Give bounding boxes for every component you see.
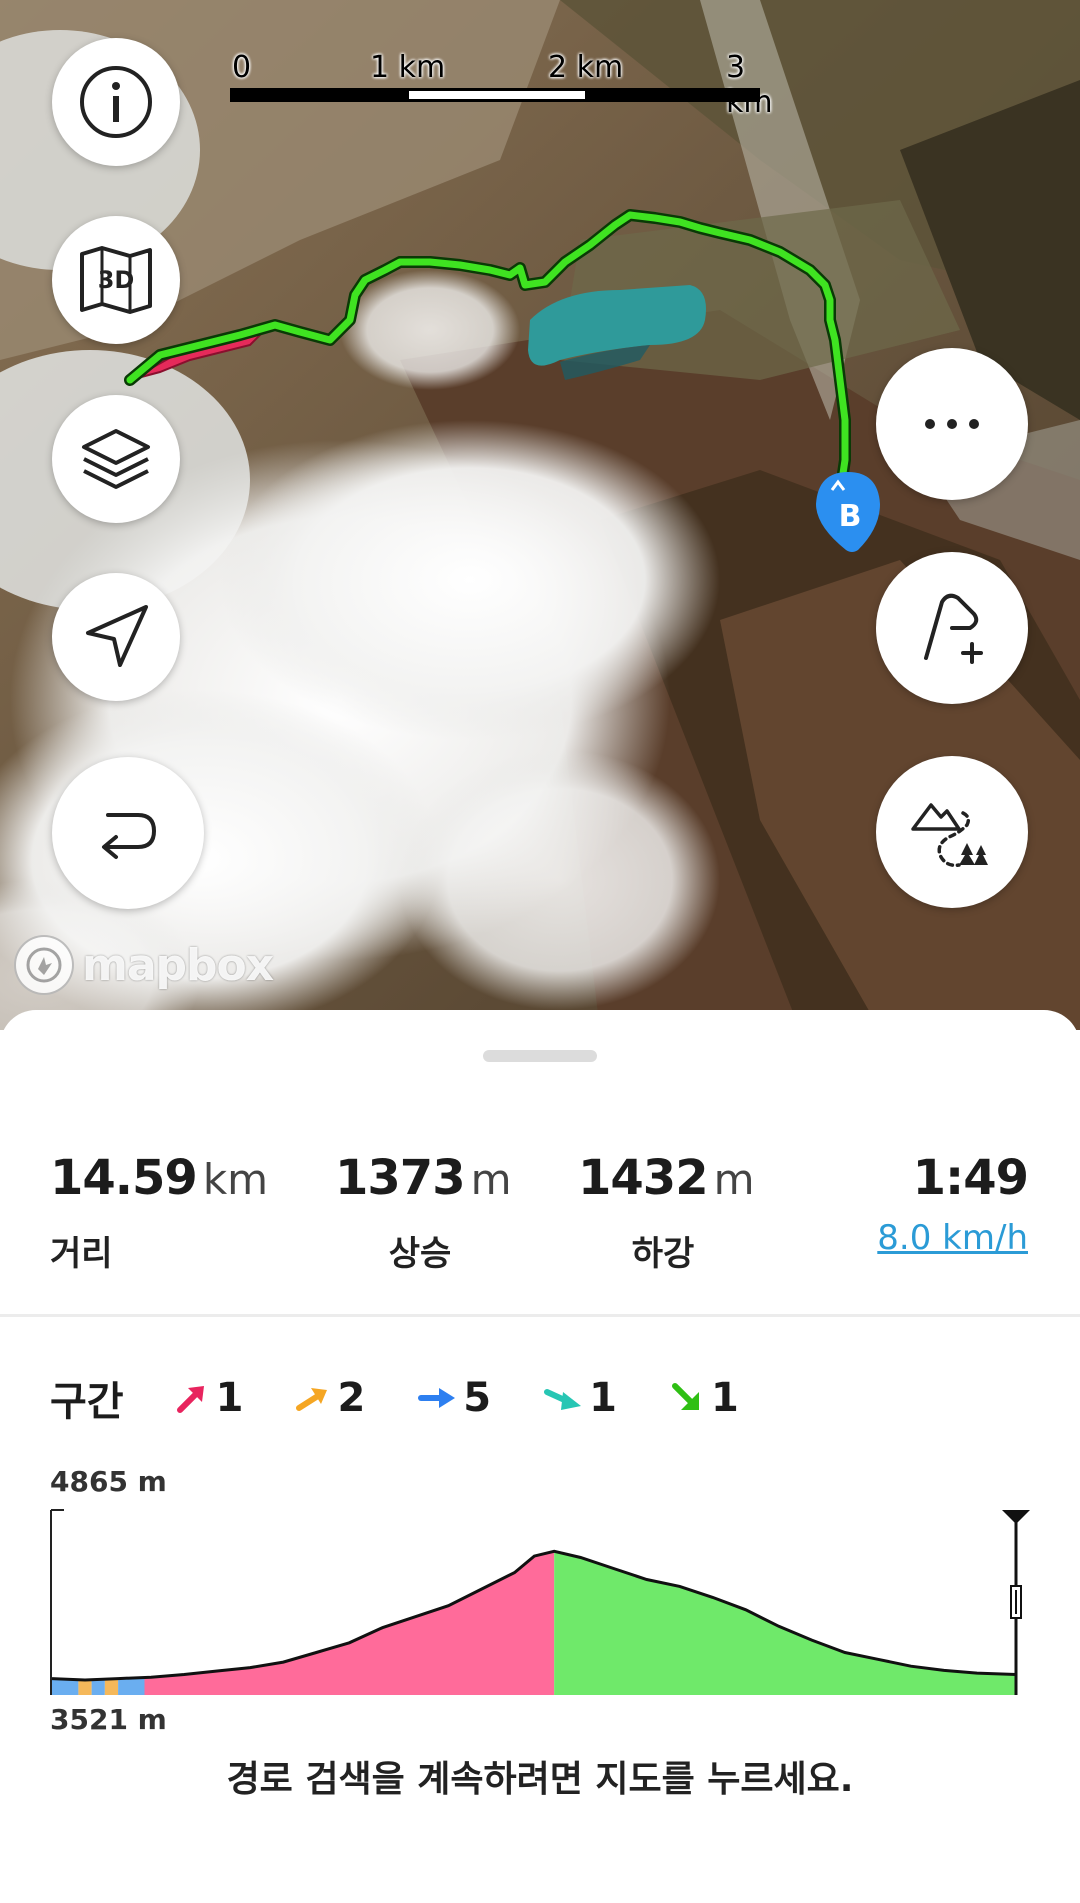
route-summary-sheet: 14.59 km 거리 1373 m 상승 1432 m 하강 1:49 8.0 km… (0, 1010, 1080, 1903)
segment-steep-down-count: 1 (710, 1375, 739, 1421)
map-scale-bar: 0 1 km 2 km 3 km (230, 50, 773, 120)
descent-unit: m (713, 1155, 755, 1204)
3d-map-button[interactable]: 3D (52, 216, 180, 344)
duration-value: 1:49 (912, 1150, 1029, 1206)
mapbox-wordmark: mapbox (82, 939, 274, 991)
navigation-arrow-icon (86, 605, 148, 667)
scale-bar-line (230, 88, 760, 102)
segments-title: 구간 (50, 1379, 124, 1425)
distance-unit: km (202, 1155, 269, 1204)
distance-label: 거리 (50, 1234, 113, 1274)
scale-label-2km: 2 km (548, 50, 624, 85)
segment-steep-up: 1 (174, 1375, 244, 1421)
profile-segment-fill-1 (78, 1679, 92, 1695)
more-dots-icon (925, 419, 979, 429)
reverse-route-button[interactable] (52, 757, 204, 909)
continue-search-hint: 경로 검색을 계속하려면 지도를 누르세요. (226, 1759, 854, 1800)
profile-segment-fill-0 (52, 1678, 79, 1695)
mapbox-attribution[interactable]: mapbox (14, 930, 274, 1000)
segment-down: 1 (543, 1375, 617, 1421)
sheet-drag-handle[interactable] (483, 1050, 597, 1062)
ascent-value: 1373 (335, 1150, 466, 1206)
elevation-profile-chart[interactable] (50, 1490, 1030, 1700)
route-end-marker[interactable]: B (812, 470, 884, 554)
profile-segment-fill-4 (118, 1677, 145, 1695)
segment-down-count: 1 (589, 1375, 617, 1421)
info-icon (80, 66, 152, 138)
chart-end-cursor[interactable] (1002, 1510, 1030, 1695)
segment-up: 2 (295, 1375, 365, 1421)
route-plus-icon (924, 593, 983, 664)
arrow-down-right-icon (544, 1389, 582, 1410)
descent-label: 하강 (631, 1234, 695, 1274)
segment-steep-down: 1 (669, 1375, 739, 1421)
ascent-unit: m (470, 1155, 512, 1204)
stat-distance: 14.59 km 거리 (50, 1150, 268, 1275)
scale-label-3km: 3 km (726, 50, 773, 120)
info-button[interactable] (52, 38, 180, 166)
3d-label: 3D (98, 266, 135, 294)
profile-segment-fill-3 (104, 1678, 119, 1695)
segment-summary: 구간 1 2 5 1 1 (50, 1368, 791, 1428)
more-button[interactable] (876, 348, 1028, 500)
segment-steep-up-count: 1 (215, 1375, 244, 1421)
segment-flat-count: 5 (463, 1375, 492, 1421)
speed-link[interactable]: 8.0 km/h (877, 1218, 1028, 1258)
segment-flat: 5 (417, 1375, 491, 1421)
arrow-right-icon (418, 1388, 456, 1408)
locate-button[interactable] (52, 573, 180, 701)
layers-icon (82, 429, 150, 489)
descent-value: 1432 (578, 1150, 709, 1206)
ascent-label: 상승 (388, 1234, 452, 1274)
3d-map-icon: 3D (80, 246, 152, 314)
layers-button[interactable] (52, 395, 180, 523)
segment-up-count: 2 (337, 1375, 366, 1421)
map-view[interactable]: 0 1 km 2 km 3 km 3D B mapbox (0, 0, 1080, 1030)
marker-b-label: B (839, 499, 862, 534)
route-stats: 14.59 km 거리 1373 m 상승 1432 m 하강 1:49 8.0 km… (0, 1150, 1080, 1274)
scale-label-1km: 1 km (370, 50, 446, 85)
mapbox-logo-icon (14, 935, 74, 995)
profile-segment-fill-2 (91, 1679, 105, 1695)
stat-duration: 1:49 8.0 km/h (877, 1150, 1029, 1258)
scale-label-0: 0 (232, 50, 252, 85)
outdoor-pois-button[interactable] (876, 756, 1028, 908)
stat-descent: 1432 m 하강 (578, 1150, 755, 1275)
arrow-down-right-steep-icon (671, 1383, 699, 1410)
mountain-trees-icon (911, 803, 988, 868)
stat-ascent: 1373 m 상승 (335, 1150, 512, 1275)
u-turn-icon (102, 813, 157, 859)
stats-divider (0, 1314, 1080, 1317)
add-waypoint-button[interactable] (876, 552, 1028, 704)
distance-value: 14.59 (50, 1150, 198, 1206)
elevation-min-label: 3521 m (50, 1703, 167, 1736)
cursor-triangle-icon (1002, 1510, 1030, 1524)
arrow-up-right-icon (296, 1388, 328, 1411)
arrow-up-right-steep-icon (176, 1386, 204, 1413)
